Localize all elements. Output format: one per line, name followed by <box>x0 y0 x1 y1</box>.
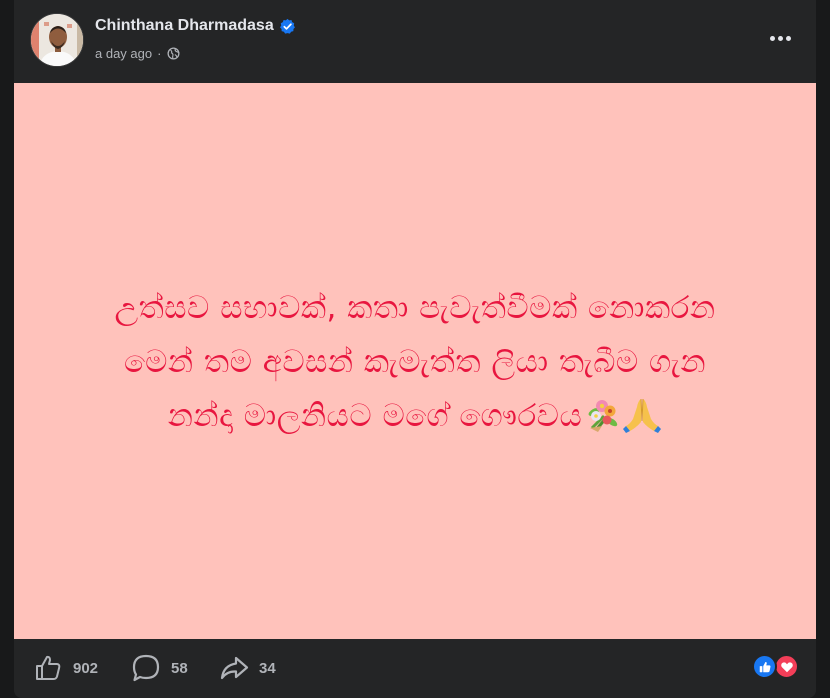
bouquet-icon <box>588 400 618 432</box>
post-text-line: උත්සව සභාවක්, කතා පැවැත්වීමක් නොකරන <box>114 290 716 326</box>
post-meta: a day ago · <box>95 44 180 62</box>
post-text-line-last: නන්දා මාලනියට මගේ ගෞරවය <box>45 389 785 443</box>
comments-count: 58 <box>171 659 188 677</box>
author-avatar[interactable] <box>30 13 84 67</box>
globe-icon[interactable] <box>167 46 180 60</box>
post-text-line: මෙන් තම අවසන් කැමැත්ත ලියා තැබීම ගැන <box>123 344 706 380</box>
author-line: Chinthana Dharmadasa <box>95 15 296 37</box>
post-header: Chinthana Dharmadasa a day ago · <box>14 0 816 83</box>
more-options-icon[interactable] <box>762 24 798 52</box>
reactions-summary[interactable] <box>749 654 799 680</box>
more-dot <box>777 35 783 41</box>
post-text-line: නන්දා මාලනියට මගේ ගෞරවය <box>167 398 583 434</box>
comment-button[interactable]: 58 <box>131 653 188 683</box>
like-button[interactable]: 902 <box>33 653 98 683</box>
more-dot <box>769 35 775 41</box>
likes-count: 902 <box>73 659 99 677</box>
love-reaction-icon <box>774 654 799 679</box>
avatar-image <box>31 14 83 66</box>
comment-icon <box>132 654 160 682</box>
like-reaction-icon <box>752 654 777 679</box>
shares-count: 34 <box>259 659 276 677</box>
meta-separator: · <box>157 45 162 61</box>
post-actions-bar: 902 58 34 <box>14 639 816 698</box>
post-card: Chinthana Dharmadasa a day ago · උත්සව ස <box>14 0 816 698</box>
thumbs-up-icon <box>759 661 770 672</box>
post-text-background: උත්සව සභාවක්, කතා පැවැත්වීමක් නොකරන මෙන්… <box>14 83 816 639</box>
author-name[interactable]: Chinthana Dharmadasa <box>95 17 274 35</box>
heart-icon <box>780 661 793 672</box>
post-time[interactable]: a day ago <box>95 46 152 61</box>
like-icon <box>36 655 61 680</box>
verified-badge-icon <box>279 18 295 34</box>
share-icon <box>220 656 249 680</box>
more-dot <box>785 35 791 41</box>
share-button[interactable]: 34 <box>219 653 276 683</box>
praying-hands-icon <box>623 398 662 433</box>
post-text: උත්සව සභාවක්, කතා පැවැත්වීමක් නොකරන මෙන්… <box>45 281 785 443</box>
